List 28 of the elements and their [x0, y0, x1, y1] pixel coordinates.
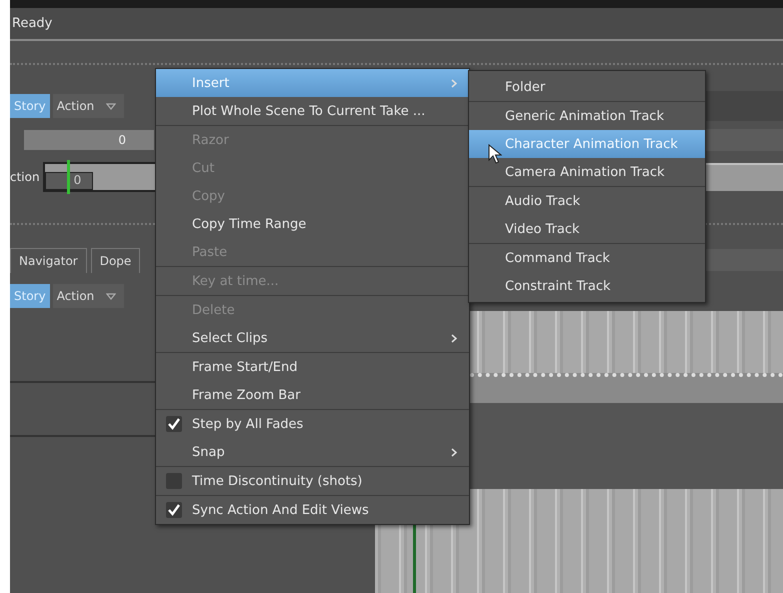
playhead-line[interactable] — [66, 160, 70, 194]
menu-item[interactable]: Plot Whole Scene To Current Take ... — [156, 97, 469, 125]
menu-item[interactable]: Sync Action And Edit Views — [156, 496, 469, 524]
menu-item[interactable]: Select Clips — [156, 324, 469, 352]
menu-item[interactable]: Generic Animation Track — [469, 102, 705, 130]
menu-item[interactable]: Snap — [156, 438, 469, 466]
menu-item[interactable]: Copy Time Range — [156, 210, 469, 238]
menu-item[interactable]: Frame Start/End — [156, 353, 469, 381]
timeline-value: 0 — [44, 172, 93, 190]
mouse-pointer-icon — [488, 144, 502, 164]
menu-item[interactable]: Time Discontinuity (shots) — [156, 467, 469, 495]
panel-tab[interactable]: Navigator — [10, 248, 87, 272]
dropdown-arrow-icon — [106, 292, 116, 300]
action-dropdown[interactable]: Action — [52, 94, 124, 118]
number-field[interactable]: 0 — [24, 130, 154, 150]
status-text: Ready — [12, 16, 52, 31]
menu-item[interactable]: Command Track — [469, 244, 705, 272]
menu-item[interactable]: Video Track — [469, 215, 705, 243]
menu-item[interactable]: Frame Zoom Bar — [156, 381, 469, 409]
menu-item[interactable]: Step by All Fades — [156, 410, 469, 438]
menu-item[interactable]: Camera Animation Track — [469, 158, 705, 186]
row-label: ction — [10, 170, 40, 184]
action-dropdown[interactable]: Action — [52, 284, 124, 308]
menu-item[interactable]: Audio Track — [469, 187, 705, 215]
dropdown-arrow-icon — [106, 102, 116, 110]
panel-tab[interactable]: Dope — [90, 248, 140, 272]
menu-item[interactable]: Folder — [469, 73, 705, 101]
menu-item[interactable]: Constraint Track — [469, 272, 705, 300]
